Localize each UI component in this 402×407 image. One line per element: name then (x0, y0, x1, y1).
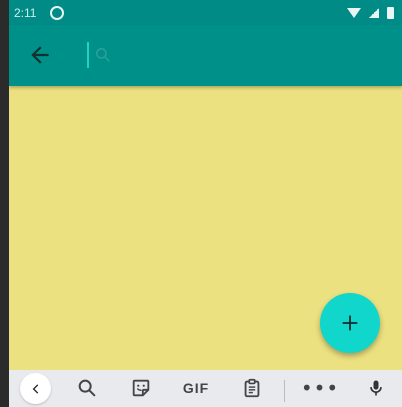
search-icon (78, 379, 96, 397)
keyboard-suggestion-bar: GIF ••• (9, 370, 402, 407)
search-field[interactable] (87, 41, 377, 71)
microphone-icon (370, 380, 382, 396)
sticker-icon (132, 379, 150, 397)
back-button[interactable] (27, 42, 53, 68)
keyboard-search-button[interactable] (73, 374, 101, 402)
status-bar: 2:11 (9, 0, 402, 25)
plus-icon (342, 315, 358, 331)
settings-status-icon (50, 5, 65, 20)
keyboard-sticker-button[interactable] (127, 374, 155, 402)
keyboard-voice-button[interactable] (364, 374, 388, 402)
app-toolbar (9, 25, 402, 86)
status-time: 2:11 (14, 5, 37, 20)
chevron-left-icon (32, 383, 38, 394)
keyboard-more-button[interactable]: ••• (301, 374, 338, 402)
more-dots-label: ••• (300, 376, 340, 400)
battery-icon (387, 6, 394, 19)
keyboard-gif-button[interactable]: GIF (179, 374, 213, 402)
toolbar-divider (284, 380, 285, 402)
app-window: 2:11 GIF ••• (9, 0, 402, 407)
arrow-left-icon (31, 46, 49, 64)
signal-icon (369, 7, 379, 18)
add-button[interactable] (320, 293, 380, 353)
status-icons (347, 6, 394, 19)
keyboard-back-button[interactable] (20, 373, 51, 404)
wifi-icon (347, 7, 361, 18)
gif-label: GIF (182, 380, 210, 396)
clipboard-icon (244, 378, 260, 398)
keyboard-clipboard-button[interactable] (239, 374, 265, 402)
search-input[interactable] (87, 41, 377, 71)
